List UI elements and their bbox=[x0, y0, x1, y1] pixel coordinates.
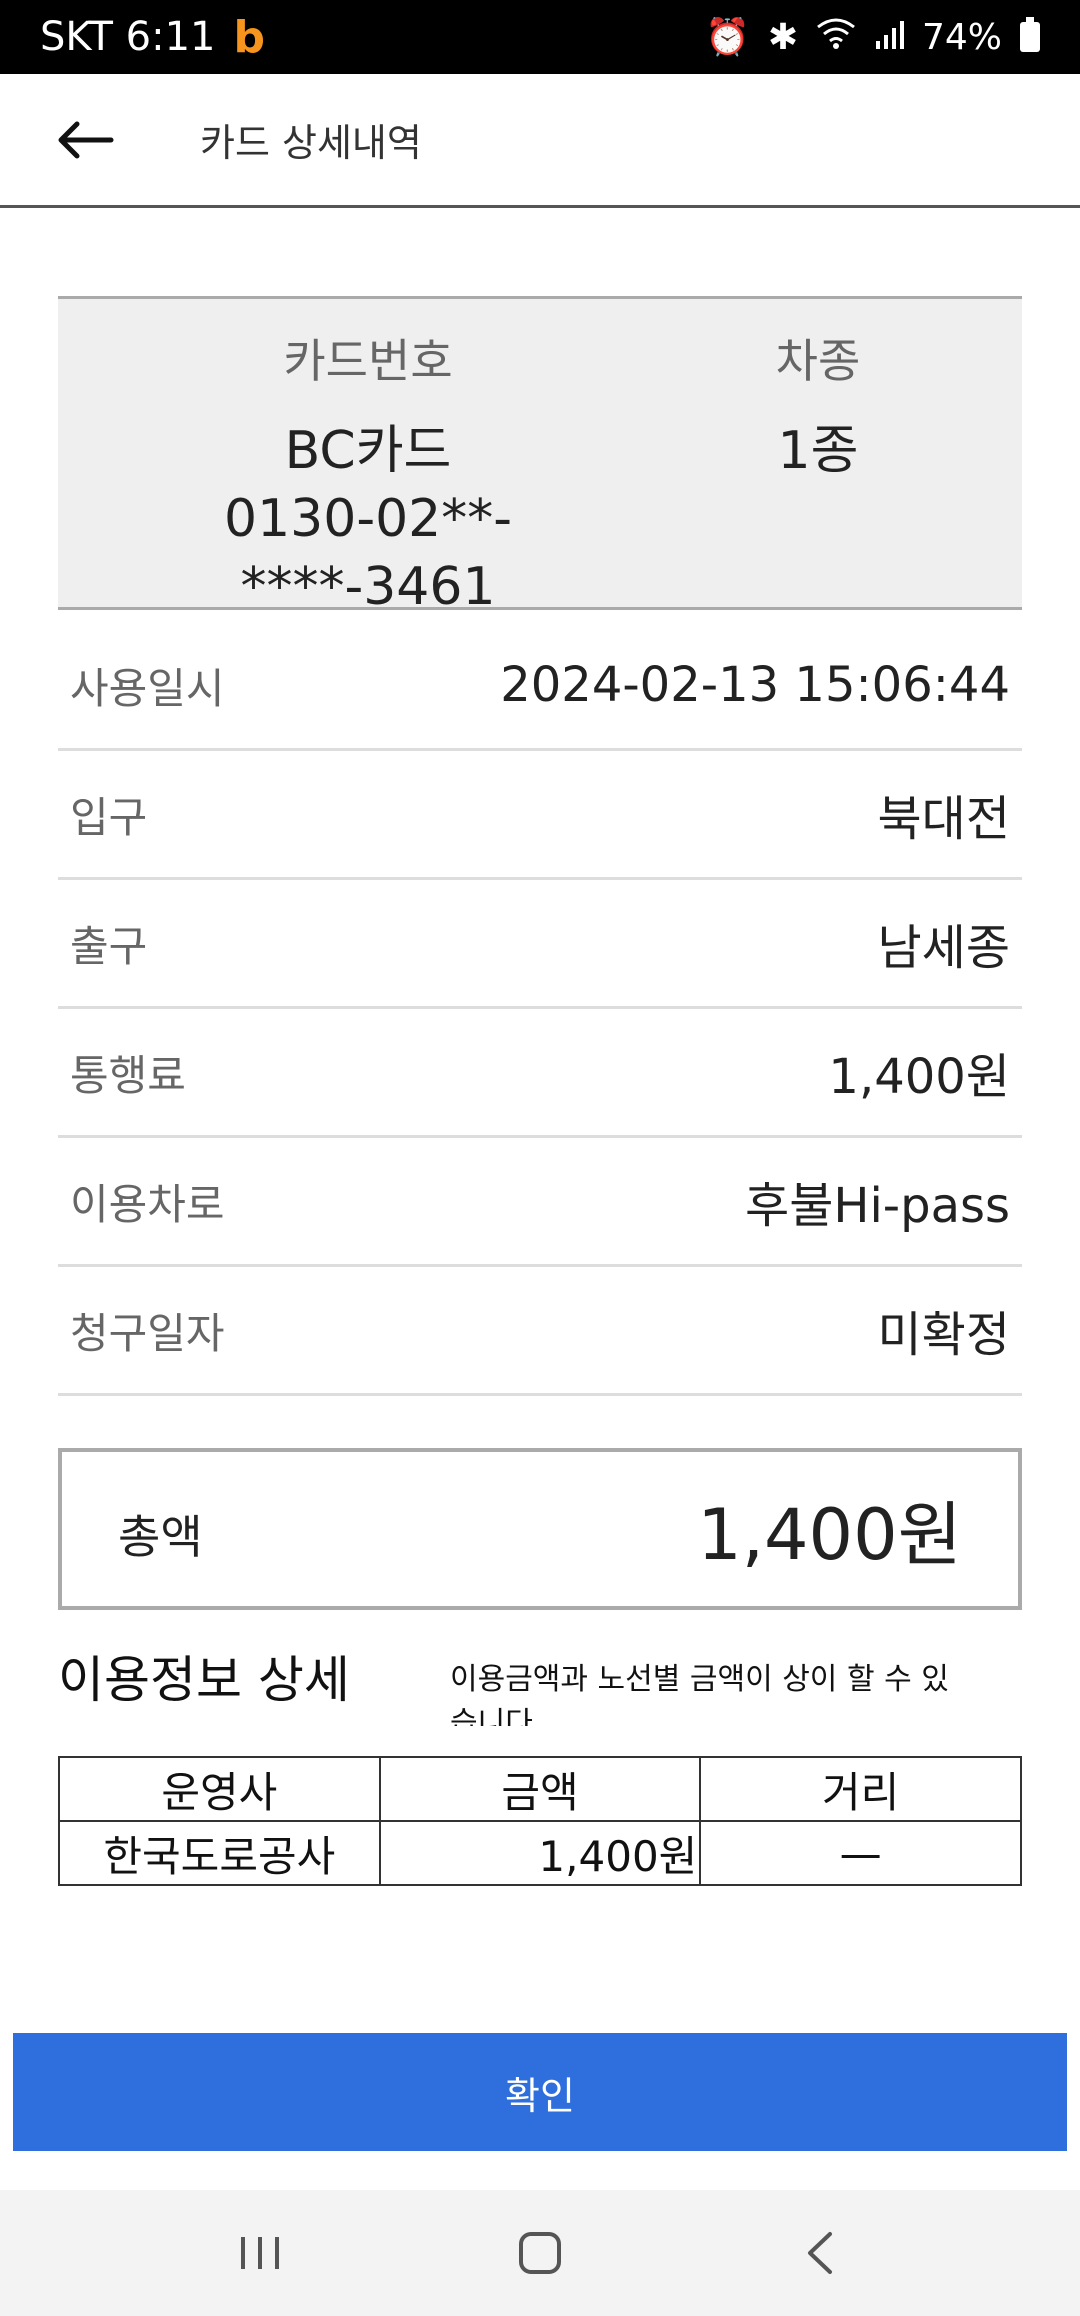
detail-row-lane: 이용차로 후불Hi-pass bbox=[58, 1138, 1022, 1267]
card-issuer: BC카드 bbox=[284, 421, 452, 481]
usage-detail-table: 운영사 금액 거리 한국도로공사 1,400원 — bbox=[58, 1756, 1022, 1886]
cell-amount: 1,400원 bbox=[378, 1820, 702, 1886]
usage-detail-title: 이용정보 상세 bbox=[58, 1651, 350, 1709]
detail-row-toll: 통행료 1,400원 bbox=[58, 1009, 1022, 1138]
total-value: 1,400원 bbox=[697, 1493, 962, 1576]
app-badge-icon: b bbox=[233, 11, 266, 63]
vehicle-type-column: 차종 1종 bbox=[738, 299, 898, 485]
card-number-column: 카드번호 BC카드 0130-02**-****-3461 bbox=[138, 299, 598, 621]
cell-distance: — bbox=[699, 1820, 1022, 1886]
carrier-time: SKT 6:11 bbox=[40, 14, 216, 60]
detail-row-billing-date: 청구일자 미확정 bbox=[58, 1267, 1022, 1396]
detail-label: 입구 bbox=[70, 792, 148, 842]
page-title: 카드 상세내역 bbox=[200, 121, 422, 165]
detail-value: 1,400원 bbox=[828, 1049, 1010, 1105]
system-back-button[interactable] bbox=[760, 2203, 880, 2303]
table-row: 한국도로공사 1,400원 — bbox=[58, 1820, 1022, 1886]
card-number-label: 카드번호 bbox=[283, 334, 453, 388]
wifi-icon bbox=[816, 17, 856, 58]
column-header-operator: 운영사 bbox=[58, 1756, 381, 1822]
usage-detail-note: 이용금액과 노선별 금액이 상이 할 수 있습니다 bbox=[450, 1662, 949, 1726]
bluetooth-icon: ✱ bbox=[767, 16, 798, 58]
arrow-left-icon bbox=[58, 121, 114, 158]
detail-value: 북대전 bbox=[877, 791, 1010, 847]
card-number: 0130-02**-****-3461 bbox=[223, 489, 513, 617]
back-chevron-icon bbox=[808, 2232, 832, 2274]
vehicle-type: 1종 bbox=[777, 421, 859, 481]
detail-list: 사용일시 2024-02-13 15:06:44 입구 북대전 출구 남세종 통… bbox=[58, 622, 1022, 1396]
detail-row-entrance: 입구 북대전 bbox=[58, 751, 1022, 880]
recent-apps-icon bbox=[241, 2237, 279, 2269]
column-header-distance: 거리 bbox=[699, 1756, 1022, 1822]
vehicle-type-label: 차종 bbox=[775, 334, 861, 388]
detail-label: 사용일시 bbox=[70, 663, 225, 713]
detail-label: 청구일자 bbox=[70, 1308, 225, 1358]
detail-row-usage-time: 사용일시 2024-02-13 15:06:44 bbox=[58, 622, 1022, 751]
screen: SKT 6:11 b ⏰ ✱ 74% 카드 상세내역 카드번호 BC카드 013… bbox=[0, 0, 1080, 2316]
detail-value: 남세종 bbox=[877, 920, 1010, 976]
detail-value: 미확정 bbox=[877, 1307, 1010, 1363]
status-bar-left: SKT 6:11 b bbox=[40, 12, 265, 63]
detail-value: 후불Hi-pass bbox=[745, 1178, 1010, 1234]
table-header-row: 운영사 금액 거리 bbox=[58, 1756, 1022, 1822]
detail-label: 통행료 bbox=[70, 1050, 186, 1100]
detail-label: 출구 bbox=[70, 921, 148, 971]
system-nav-bar bbox=[0, 2190, 1080, 2316]
home-icon bbox=[519, 2232, 561, 2274]
cell-operator: 한국도로공사 bbox=[58, 1820, 381, 1886]
confirm-button[interactable]: 확인 bbox=[13, 2033, 1067, 2151]
total-label: 총액 bbox=[118, 1510, 203, 1564]
card-summary: 카드번호 BC카드 0130-02**-****-3461 차종 1종 bbox=[58, 296, 1022, 617]
home-button[interactable] bbox=[480, 2203, 600, 2303]
app-header: 카드 상세내역 bbox=[0, 74, 1080, 208]
total-box: 총액 1,400원 bbox=[58, 1448, 1022, 1610]
battery-icon bbox=[1020, 17, 1040, 52]
back-button[interactable] bbox=[55, 90, 175, 190]
status-bar-right: ⏰ ✱ 74% bbox=[705, 16, 1040, 58]
alarm-icon: ⏰ bbox=[704, 17, 750, 58]
detail-row-exit: 출구 남세종 bbox=[58, 880, 1022, 1009]
battery-level: 74% bbox=[921, 16, 1002, 58]
recent-apps-button[interactable] bbox=[200, 2203, 320, 2303]
status-bar: SKT 6:11 b ⏰ ✱ 74% bbox=[0, 0, 1080, 74]
signal-icon bbox=[874, 17, 904, 58]
detail-value: 2024-02-13 15:06:44 bbox=[500, 657, 1010, 713]
column-header-amount: 금액 bbox=[378, 1756, 702, 1822]
detail-label: 이용차로 bbox=[70, 1179, 225, 1229]
